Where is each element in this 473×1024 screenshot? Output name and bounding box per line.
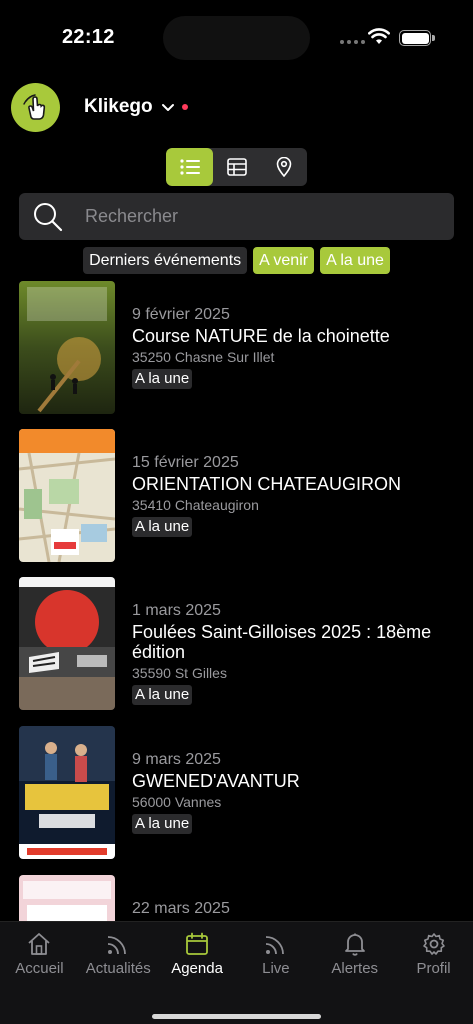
tab-bar: Accueil Actualités Agenda Live Alertes P… [0, 921, 473, 1024]
app-header: Klikego [0, 82, 473, 134]
event-location: 35250 Chasne Sur Illet [132, 349, 275, 365]
event-date: 22 mars 2025 [132, 900, 230, 917]
tab-label: Accueil [15, 960, 64, 977]
wifi-icon [368, 28, 390, 44]
gear-icon [422, 933, 445, 955]
map-pin-icon [276, 157, 291, 177]
chevron-down-icon [161, 104, 174, 111]
tab-accueil[interactable]: Accueil [0, 922, 79, 990]
event-info: 22 mars 2025 [132, 900, 452, 918]
home-indicator [152, 1014, 321, 1019]
dynamic-island [163, 16, 310, 60]
search-input[interactable] [85, 206, 425, 227]
event-poster [19, 726, 115, 859]
hand-pointer-icon [22, 93, 45, 120]
filter-a-venir[interactable]: A venir [253, 247, 315, 274]
event-title: Course NATURE de la choinette [132, 326, 390, 346]
tab-agenda[interactable]: Agenda [158, 922, 237, 990]
event-list: 9 février 2025 Course NATURE de la choin… [0, 281, 473, 921]
event-title: Foulées Saint-Gilloises 2025 : 18ème édi… [132, 622, 432, 662]
event-info: 9 mars 2025 GWENED'AVANTUR 56000 Vannes … [132, 751, 452, 834]
event-poster [19, 577, 115, 710]
status-time: 22:12 [62, 26, 115, 48]
tab-label: Actualités [85, 960, 151, 977]
cellular-signal-icon [340, 40, 365, 44]
notification-dot [181, 104, 188, 110]
view-switch [166, 148, 307, 186]
filter-a-la-une[interactable]: A la une [320, 247, 390, 274]
search-icon [34, 202, 63, 231]
event-badge: A la une [132, 685, 193, 705]
event-poster [19, 281, 115, 414]
event-info: 1 mars 2025 Foulées Saint-Gilloises 2025… [132, 602, 452, 705]
table-view-button[interactable] [213, 148, 260, 186]
tab-actualites[interactable]: Actualités [79, 922, 158, 990]
live-icon [265, 936, 284, 955]
status-bar: 22:12 [0, 0, 473, 70]
event-info: 15 février 2025 ORIENTATION CHATEAUGIRON… [132, 454, 452, 537]
event-location: 35590 St Gilles [132, 665, 227, 681]
event-poster [19, 429, 115, 562]
tab-label: Live [262, 960, 290, 977]
event-badge: A la une [132, 517, 193, 537]
event-title: GWENED'AVANTUR [132, 771, 300, 791]
tab-profil[interactable]: Profil [394, 922, 473, 990]
event-location: 35410 Chateaugiron [132, 497, 259, 513]
event-poster [19, 875, 115, 921]
tab-live[interactable]: Live [236, 922, 315, 990]
home-icon [28, 933, 51, 955]
bell-icon [344, 933, 365, 956]
list-icon [179, 159, 200, 175]
account-name: Klikego [84, 96, 153, 117]
list-view-button[interactable] [166, 148, 213, 186]
search-bar [19, 193, 454, 240]
table-icon [226, 158, 247, 176]
tab-label: Alertes [331, 960, 379, 977]
tab-label: Profil [416, 960, 451, 977]
tab-label: Agenda [171, 960, 223, 977]
event-location: 56000 Vannes [132, 794, 222, 810]
filter-chips: Derniers événements A venir A la une [0, 247, 473, 274]
event-date: 9 février 2025 [132, 306, 230, 323]
klikego-logo[interactable] [11, 83, 60, 132]
map-view-button[interactable] [260, 148, 307, 186]
event-badge: A la une [132, 814, 193, 834]
event-date: 9 mars 2025 [132, 751, 221, 768]
event-date: 1 mars 2025 [132, 602, 221, 619]
tab-alertes[interactable]: Alertes [315, 922, 394, 990]
event-badge: A la une [132, 369, 193, 389]
event-info: 9 février 2025 Course NATURE de la choin… [132, 306, 452, 389]
calendar-icon [186, 932, 208, 955]
battery-icon [399, 30, 435, 46]
filter-derniers-evenements[interactable]: Derniers événements [83, 247, 248, 274]
event-date: 15 février 2025 [132, 454, 239, 471]
event-title: ORIENTATION CHATEAUGIRON [132, 474, 402, 494]
account-switcher[interactable]: Klikego [84, 96, 188, 118]
rss-icon [108, 936, 127, 955]
